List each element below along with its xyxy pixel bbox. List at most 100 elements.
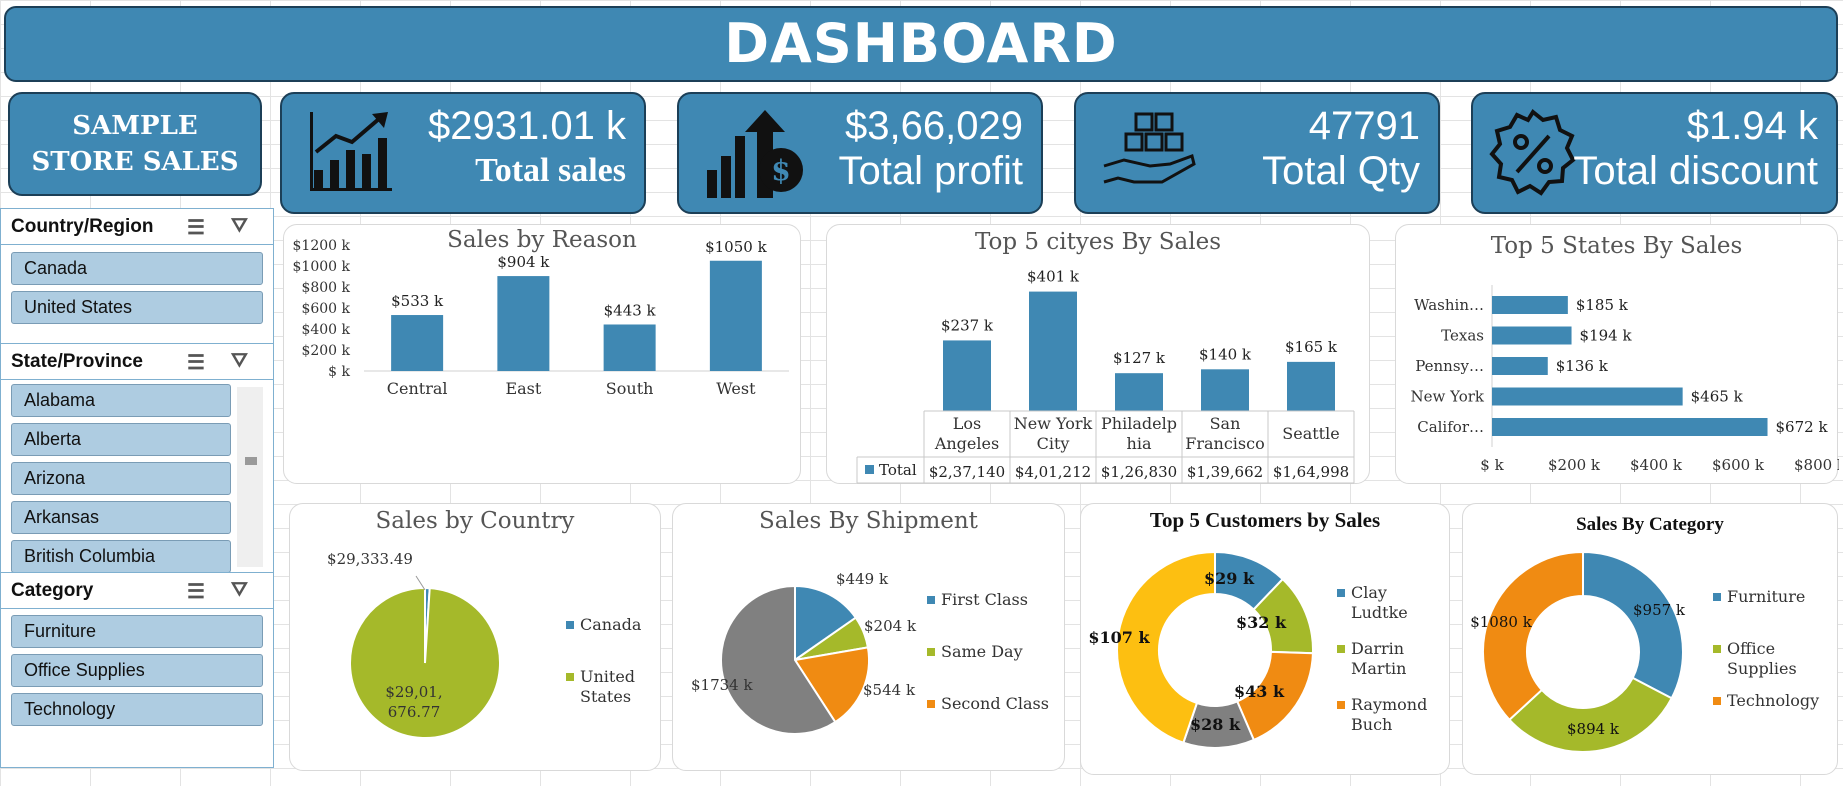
kpi-sales-label: Total sales xyxy=(475,152,626,189)
legend-label: United xyxy=(580,667,635,686)
y-tick-label: Califor… xyxy=(1417,418,1484,436)
clear-filter-icon[interactable]: ⛛ xyxy=(231,579,248,602)
x-tick-label: South xyxy=(606,379,654,398)
chart-customers-svg: $29 k $32 k $43 k $28 k $107 k ClayLudtke Darr… xyxy=(1088,550,1427,749)
x-tick-label: hia xyxy=(1127,434,1152,453)
legend-key xyxy=(927,700,935,708)
slicer-item[interactable]: United States xyxy=(11,291,263,324)
kpi-discount-value: $1.94 k xyxy=(1686,104,1818,148)
slicer-item[interactable]: Alberta xyxy=(11,423,231,456)
table-cell: $2,37,140 xyxy=(929,463,1005,481)
kpi-profit-value: $3,66,029 xyxy=(845,104,1023,148)
x-tick-label: Central xyxy=(387,379,448,398)
multi-select-icon[interactable]: ☰ xyxy=(187,350,205,375)
legend-label: Canada xyxy=(580,615,642,634)
data-label: $401 k xyxy=(1027,268,1080,286)
slicer-item[interactable]: Furniture xyxy=(11,615,263,648)
multi-select-icon[interactable]: ☰ xyxy=(187,215,205,240)
slicer-scrollbar[interactable] xyxy=(237,387,263,567)
bar xyxy=(603,324,656,371)
brand-tile: SAMPLE STORE SALES xyxy=(8,92,262,196)
x-tick-label: East xyxy=(505,379,541,398)
legend-label: Technology xyxy=(1727,691,1819,710)
kpi-sales-value: $2931.01 k xyxy=(428,104,626,148)
bar xyxy=(1287,361,1335,411)
legend-label: Buch xyxy=(1351,715,1392,734)
svg-text:$: $ xyxy=(771,154,790,187)
y-tick-label: $1000 k xyxy=(293,259,351,275)
slicer-item[interactable]: Arizona xyxy=(11,462,231,495)
chart-category-svg: $957 k $894 k $1080 k Furniture OfficeSuppli… xyxy=(1470,550,1819,753)
chart-shipment-svg: $449 k $204 k $544 k $1734 k First Class Same… xyxy=(691,570,1049,735)
data-label: $1050 k xyxy=(705,238,767,256)
growth-chart-icon xyxy=(310,112,392,191)
bar xyxy=(1492,326,1572,345)
legend-label: Furniture xyxy=(1727,587,1805,606)
slicer-item[interactable]: Alabama xyxy=(11,384,231,417)
clear-filter-icon[interactable]: ⛛ xyxy=(231,350,248,373)
scroll-thumb[interactable] xyxy=(245,457,257,465)
legend-key xyxy=(1337,645,1345,653)
x-tick-label: $400 k xyxy=(1630,456,1683,474)
data-label: $204 k xyxy=(864,617,917,635)
data-label: $449 k xyxy=(836,570,889,588)
bar xyxy=(391,315,444,371)
panel-top-customers: Top 5 Customers by Sales $29 k $32 k $43 k… xyxy=(1080,503,1450,775)
y-tick-label: $800 k xyxy=(301,280,350,296)
y-tick-label: Pennsy… xyxy=(1415,357,1484,375)
y-tick-label: $200 k xyxy=(301,343,350,359)
slicer-item[interactable]: Arkansas xyxy=(11,501,231,534)
multi-select-icon[interactable]: ☰ xyxy=(187,579,205,604)
x-tick-label: $600 k xyxy=(1712,456,1765,474)
table-cell: $1,26,830 xyxy=(1101,463,1177,481)
data-label: $136 k xyxy=(1556,357,1609,375)
bar xyxy=(1492,418,1768,436)
panel-top-states: Top 5 States By Sales Washin… $185 k Texas… xyxy=(1395,224,1839,484)
bar xyxy=(497,276,550,371)
data-label: $957 k xyxy=(1633,601,1686,619)
data-label: $465 k xyxy=(1691,388,1744,406)
panel-top-cities: Top 5 cityes By Sales $237 k Los Angeles $2… xyxy=(826,224,1370,484)
kpi-qty-value: 47791 xyxy=(1308,104,1420,148)
data-label: $32 k xyxy=(1236,613,1287,632)
legend-key xyxy=(1337,701,1345,709)
x-tick-label: $200 k xyxy=(1548,456,1601,474)
data-label: $237 k xyxy=(941,316,994,334)
legend-label: Supplies xyxy=(1727,659,1797,678)
clear-filter-icon[interactable]: ⛛ xyxy=(231,215,248,238)
slicer-item[interactable]: Technology xyxy=(11,693,263,726)
chart-region-svg: $ k $200 k $400 k $600 k $800 k $1000 k $1200 … xyxy=(293,238,789,398)
panel-sales-by-region: Sales by Reason $ k $200 k $400 k $600 k $80… xyxy=(283,224,801,484)
data-label: $140 k xyxy=(1199,345,1252,363)
legend-key xyxy=(1713,645,1721,653)
table-cell: $1,39,662 xyxy=(1187,463,1263,481)
x-tick-label: Francisco xyxy=(1185,434,1264,453)
kpi-qty-label: Total Qty xyxy=(1262,149,1420,193)
x-tick-label: Los xyxy=(953,414,981,433)
donut-slice xyxy=(1482,550,1584,722)
legend-key xyxy=(1713,697,1721,705)
y-tick-label: $400 k xyxy=(301,322,350,338)
slicer-item[interactable]: Canada xyxy=(11,252,263,285)
slicer-country: Country/Region ☰ ⛛ Canada United States xyxy=(0,208,274,344)
x-tick-label: West xyxy=(716,379,756,398)
legend-label: Clay xyxy=(1351,583,1387,602)
data-label: $29,333.49 xyxy=(327,550,413,568)
bar xyxy=(1492,357,1548,375)
y-tick-label: Washin… xyxy=(1414,296,1484,314)
data-label: $894 k xyxy=(1567,720,1620,738)
data-label: $107 k xyxy=(1088,628,1150,647)
data-label: $29 k xyxy=(1204,569,1255,588)
kpi-total-profit: $ $3,66,029 Total profit xyxy=(677,92,1043,214)
legend-label: Raymond xyxy=(1351,695,1427,714)
brand-line2: STORE SALES xyxy=(31,147,239,177)
data-label: $165 k xyxy=(1285,338,1338,356)
kpi-discount-label: Total discount xyxy=(1573,149,1818,193)
x-tick-label: $800 k xyxy=(1794,456,1839,474)
slicer-item[interactable]: Office Supplies xyxy=(11,654,263,687)
data-label: $28 k xyxy=(1190,715,1241,734)
legend-key xyxy=(566,621,574,629)
y-tick-label: Texas xyxy=(1441,327,1484,345)
slicer-item[interactable]: British Columbia xyxy=(11,540,231,572)
legend-label: Second Class xyxy=(941,694,1049,713)
